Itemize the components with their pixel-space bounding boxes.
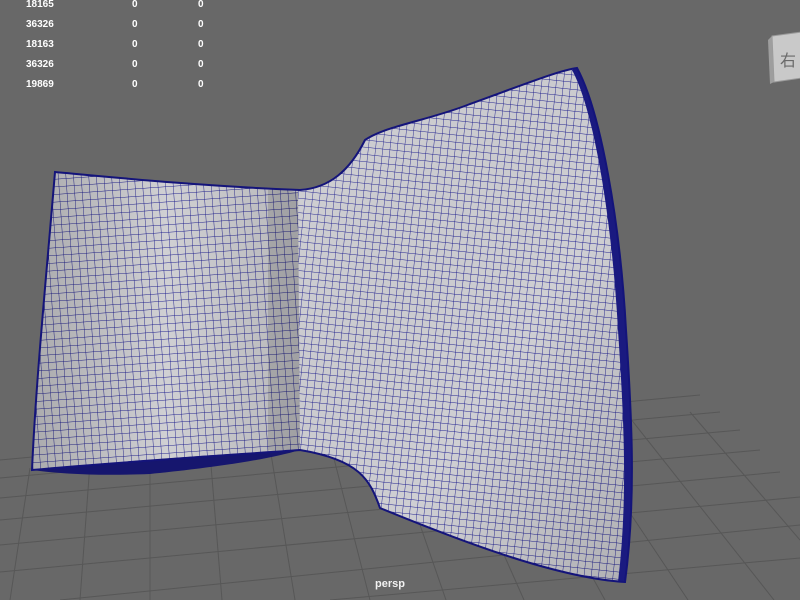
- hud-value: 0: [198, 0, 204, 10]
- hud-value: 0: [132, 0, 138, 10]
- hud-value: 18163: [26, 39, 54, 50]
- perspective-viewport[interactable]: [0, 0, 800, 600]
- wireframe-mesh[interactable]: [30, 66, 633, 584]
- hud-value: 36326: [26, 19, 54, 30]
- hud-value: 0: [198, 19, 204, 30]
- hud-value: 0: [132, 39, 138, 50]
- hud-value: 0: [198, 59, 204, 70]
- hud-value: 36326: [26, 59, 54, 70]
- hud-value: 0: [132, 59, 138, 70]
- mesh-crease: [268, 189, 300, 452]
- hud-value: 0: [198, 39, 204, 50]
- hud-value: 0: [198, 79, 204, 90]
- hud-value: 19869: [26, 79, 54, 90]
- camera-name-label: persp: [375, 578, 405, 590]
- view-cube[interactable]: 右: [766, 30, 800, 86]
- hud-value: 0: [132, 79, 138, 90]
- viewport-canvas[interactable]: [0, 0, 800, 600]
- hud-value: 18165: [26, 0, 54, 10]
- hud-value: 0: [132, 19, 138, 30]
- view-cube-face-label: 右: [780, 51, 796, 70]
